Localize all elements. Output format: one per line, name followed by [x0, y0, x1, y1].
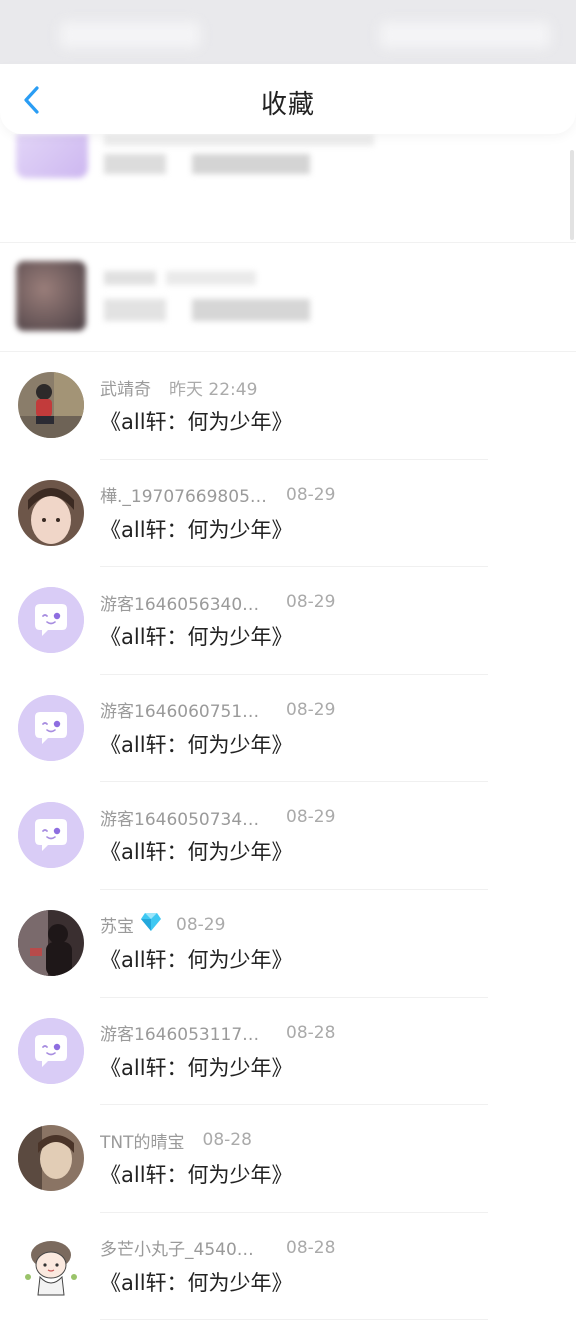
- list-item-blurred[interactable]: [0, 243, 576, 352]
- work-title[interactable]: 《all轩：何为少年》: [100, 1052, 293, 1082]
- text-blurred: [104, 299, 166, 321]
- cartoon-girl-icon: [18, 1232, 84, 1299]
- name-blurred: [166, 271, 256, 285]
- text-blurred: [104, 154, 166, 174]
- timestamp: 08-29: [286, 807, 336, 828]
- photo-dark-icon: [18, 909, 84, 976]
- photo-portrait-icon: [18, 479, 84, 546]
- user-name[interactable]: 游客1646056340…: [100, 590, 268, 615]
- timestamp: 08-28: [202, 1130, 252, 1151]
- text-blurred: [192, 154, 310, 174]
- list-item[interactable]: 苏宝 08-29 《all轩：何为少年》: [0, 890, 576, 998]
- status-bar-blurred: [0, 0, 576, 64]
- avatar[interactable]: [18, 479, 84, 546]
- user-name[interactable]: 游客1646050734…: [100, 805, 268, 830]
- item-meta: 武靖奇 昨天 22:49: [100, 374, 257, 400]
- item-meta: 多芒小丸子_4540… 08-28: [100, 1235, 335, 1261]
- work-title[interactable]: 《all轩：何为少年》: [100, 406, 293, 436]
- item-meta: 苏宝 08-29: [100, 912, 225, 938]
- work-title[interactable]: 《all轩：何为少年》: [100, 1159, 293, 1189]
- avatar[interactable]: [18, 1232, 84, 1299]
- avatar-blurred: [16, 261, 86, 331]
- user-name[interactable]: 苏宝: [100, 912, 134, 937]
- timestamp: 08-28: [286, 1237, 336, 1258]
- list-item-blurred[interactable]: [0, 134, 576, 243]
- avatar[interactable]: [18, 802, 84, 869]
- item-meta: 游客1646053117… 08-28: [100, 1020, 335, 1046]
- avatar[interactable]: [18, 587, 84, 654]
- timestamp: 昨天 22:49: [169, 379, 258, 400]
- chat-bubble-icon: [18, 802, 84, 869]
- chat-bubble-icon: [18, 694, 84, 761]
- avatar[interactable]: [18, 694, 84, 761]
- user-name[interactable]: 多芒小丸子_4540…: [100, 1235, 268, 1260]
- user-name[interactable]: 游客1646060751…: [100, 697, 268, 722]
- item-meta: 游客1646056340… 08-29: [100, 589, 335, 615]
- chat-bubble-icon: [18, 587, 84, 654]
- avatar[interactable]: [18, 1017, 84, 1084]
- text-blurred: [192, 299, 310, 321]
- list-item[interactable]: 樺._19707669805… 08-29 《all轩：何为少年》: [0, 460, 576, 568]
- timestamp: 08-29: [286, 699, 336, 720]
- avatar-blurred: [16, 134, 88, 178]
- timestamp: 08-29: [176, 914, 226, 935]
- photo-boy-icon: [18, 372, 84, 438]
- work-title[interactable]: 《all轩：何为少年》: [100, 514, 293, 544]
- user-name[interactable]: 樺._19707669805…: [100, 482, 268, 507]
- avatar[interactable]: [18, 372, 84, 438]
- avatar[interactable]: [18, 1125, 84, 1192]
- work-title[interactable]: 《all轩：何为少年》: [100, 836, 293, 866]
- item-meta: 游客1646050734… 08-29: [100, 804, 335, 830]
- user-name[interactable]: 游客1646053117…: [100, 1020, 268, 1045]
- chat-bubble-icon: [18, 1017, 84, 1084]
- favorites-list: 武靖奇 昨天 22:49 《all轩：何为少年》 樺._19707669805……: [0, 134, 576, 1320]
- list-item[interactable]: 游客1646060751… 08-29 《all轩：何为少年》: [0, 675, 576, 783]
- list-item[interactable]: 游客1646056340… 08-29 《all轩：何为少年》: [0, 567, 576, 675]
- timestamp: 08-29: [286, 484, 336, 505]
- navigation-header: 收藏: [0, 64, 576, 134]
- list-item[interactable]: 游客1646053117… 08-28 《all轩：何为少年》: [0, 998, 576, 1106]
- user-name[interactable]: 武靖奇: [100, 375, 151, 400]
- list-item[interactable]: 游客1646050734… 08-29 《all轩：何为少年》: [0, 782, 576, 890]
- name-blurred: [104, 271, 156, 285]
- page-title: 收藏: [260, 90, 315, 120]
- name-blurred: [104, 134, 374, 146]
- list-item[interactable]: 武靖奇 昨天 22:49 《all轩：何为少年》: [0, 352, 576, 460]
- work-title[interactable]: 《all轩：何为少年》: [100, 944, 293, 974]
- item-meta: 樺._19707669805… 08-29: [100, 482, 335, 508]
- timestamp: 08-29: [286, 592, 336, 613]
- item-meta: 游客1646060751… 08-29: [100, 697, 335, 723]
- work-title[interactable]: 《all轩：何为少年》: [100, 621, 293, 651]
- item-meta: TNT的晴宝 08-28: [100, 1127, 252, 1153]
- list-item[interactable]: TNT的晴宝 08-28 《all轩：何为少年》: [0, 1105, 576, 1213]
- diamond-icon: [140, 912, 162, 937]
- list-item[interactable]: 多芒小丸子_4540… 08-28 《all轩：何为少年》: [0, 1213, 576, 1320]
- avatar[interactable]: [18, 909, 84, 976]
- timestamp: 08-28: [286, 1022, 336, 1043]
- photo-sepia-icon: [18, 1125, 84, 1192]
- work-title[interactable]: 《all轩：何为少年》: [100, 1267, 293, 1297]
- user-name[interactable]: TNT的晴宝: [100, 1128, 185, 1153]
- work-title[interactable]: 《all轩：何为少年》: [100, 729, 293, 759]
